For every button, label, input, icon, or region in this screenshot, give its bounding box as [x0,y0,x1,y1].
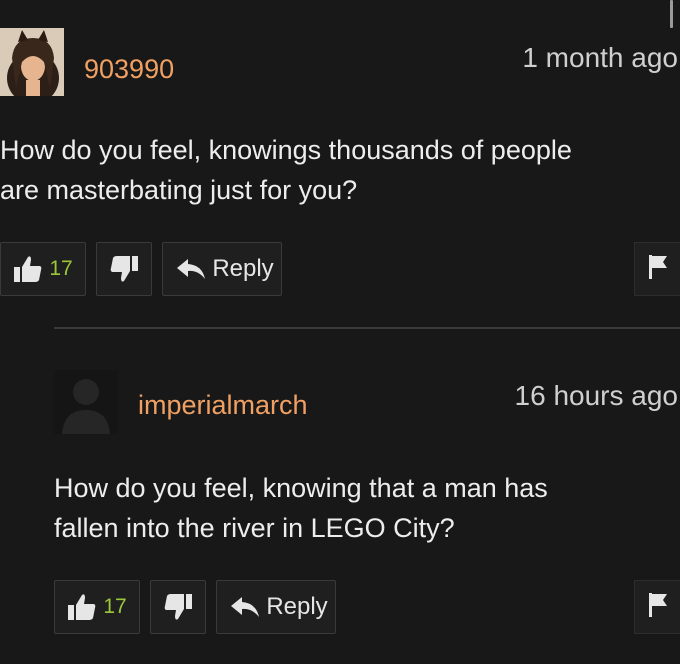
comment-line: fallen into the river in LEGO City? [54,513,455,543]
reply-arrow-icon [230,596,260,618]
like-button[interactable]: 17 [54,580,140,634]
comment-body: How do you feel, knowings thousands of p… [0,130,670,210]
reply-label: Reply [266,593,328,620]
flag-button[interactable] [634,580,680,634]
comment-1: 903990 1 month ago How do you feel, know… [0,0,680,329]
comment-timestamp: 1 month ago [522,42,678,73]
thumbs-up-icon [13,255,43,283]
like-count: 17 [49,257,73,280]
flag-icon [647,254,669,285]
username[interactable]: imperialmarch [138,390,308,421]
like-button[interactable]: 17 [0,242,86,296]
comment-line: How do you feel, knowing that a man has [54,473,548,503]
user-avatar[interactable] [54,370,118,434]
dislike-button[interactable] [96,242,152,296]
thumbs-down-icon [163,593,193,621]
reply-arrow-icon [176,258,206,280]
thumbs-down-icon [109,255,139,283]
dislike-button[interactable] [150,580,206,634]
flag-icon [647,592,669,623]
comment-timestamp: 16 hours ago [514,380,678,411]
reply-button[interactable]: Reply [216,580,336,634]
username[interactable]: 903990 [84,54,174,85]
reply-button[interactable]: Reply [162,242,282,296]
comment-body: How do you feel, knowing that a man has … [54,468,654,548]
flag-button[interactable] [634,242,680,296]
user-avatar[interactable] [0,28,64,96]
comment-line: are masterbating just for you? [0,175,358,205]
divider [54,327,680,329]
thumbs-up-icon [67,593,97,621]
reply-label: Reply [212,255,274,282]
comment-line: How do you feel, knowings thousands of p… [0,135,572,165]
comment-2: imperialmarch 16 hours ago How do you fe… [0,330,680,664]
like-count: 17 [103,595,127,618]
